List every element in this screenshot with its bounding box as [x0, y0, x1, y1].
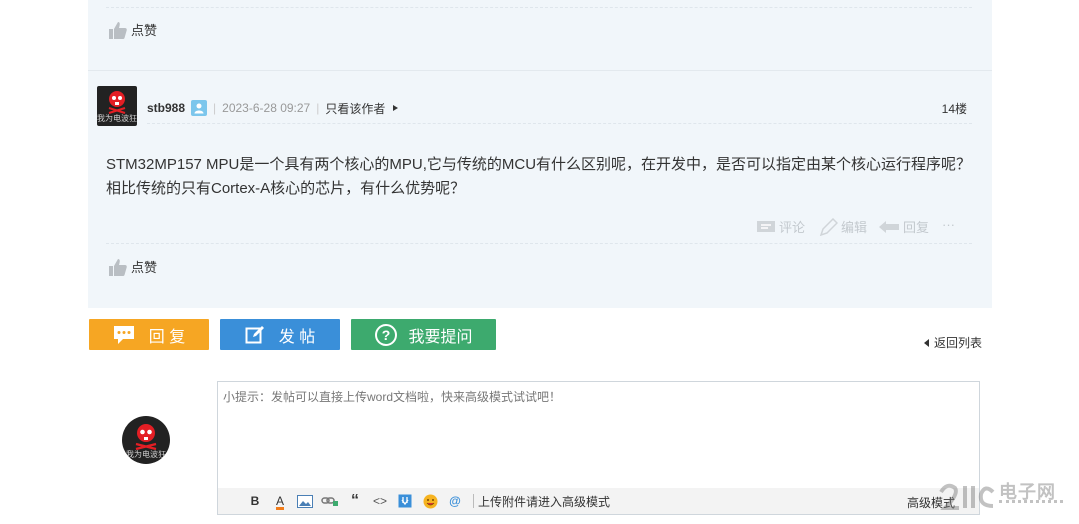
mention-button[interactable]: @ — [444, 491, 466, 511]
new-post-button[interactable]: 发 帖 — [220, 319, 340, 350]
current-user-avatar[interactable]: 我为电波狂 — [122, 416, 170, 464]
username[interactable]: stb988 — [147, 101, 185, 115]
back-to-list-label: 返回列表 — [933, 336, 982, 350]
divider — [88, 70, 992, 71]
watermark-logo-icon — [939, 483, 995, 510]
emoji-button[interactable] — [419, 491, 441, 511]
more-label: ··· — [942, 217, 955, 232]
like-label: 点赞 — [131, 260, 158, 275]
comment-icon — [757, 220, 775, 232]
reply-arrow-icon — [879, 220, 899, 233]
divider — [147, 123, 972, 124]
thumbs-up-icon — [109, 258, 127, 276]
quote-button[interactable]: “ — [344, 491, 366, 511]
site-watermark: 电子网 — [937, 478, 1067, 518]
user-badge-icon — [191, 100, 208, 116]
new-post-button-label: 发 帖 — [278, 328, 316, 346]
like-button[interactable]: 点赞 — [108, 257, 157, 276]
more-button[interactable]: ··· — [942, 217, 955, 232]
ask-question-button[interactable]: ? 我要提问 — [351, 319, 496, 350]
comment-label: 评论 — [779, 220, 806, 235]
only-author-link[interactable]: 只看该作者 — [325, 100, 385, 117]
avatar-caption: 我为电波狂 — [126, 450, 166, 459]
post-meta: stb988 | 2023-6-28 09:27 | 只看该作者 — [147, 99, 400, 117]
ask-question-label: 我要提问 — [408, 328, 473, 346]
like-button[interactable]: 点赞 — [108, 20, 157, 39]
reply-editor: B A “ <> @ 上传附件请进入高级模式 高级模式 — [217, 381, 980, 515]
upload-hint: 上传附件请进入高级模式 — [478, 494, 611, 509]
attachment-button[interactable] — [394, 491, 416, 511]
avatar[interactable]: 我为电波狂 — [97, 86, 137, 126]
avatar-caption: 我为电波狂 — [97, 114, 137, 123]
triangle-right-icon — [393, 105, 399, 111]
speech-bubble-icon — [113, 325, 134, 344]
edit-button[interactable]: 编辑 — [818, 217, 867, 236]
separator: | — [316, 101, 320, 115]
font-color-icon: A — [275, 494, 284, 508]
smiley-icon — [423, 494, 437, 508]
divider — [106, 243, 972, 244]
reply-label: 回复 — [903, 220, 930, 235]
thumbs-up-icon — [109, 21, 127, 39]
pencil-icon — [819, 217, 838, 236]
reply-button-label: 回 复 — [148, 328, 186, 346]
triangle-left-icon — [923, 338, 929, 347]
link-icon — [321, 497, 338, 506]
edit-label: 编辑 — [841, 220, 868, 235]
edit-square-icon — [245, 325, 264, 343]
reply-textarea[interactable] — [218, 382, 979, 488]
bold-button[interactable]: B — [244, 491, 266, 511]
image-icon — [297, 494, 313, 508]
watermark-dots — [999, 500, 1063, 512]
like-label: 点赞 — [131, 23, 158, 38]
svg-text:?: ? — [382, 327, 391, 343]
question-circle-icon: ? — [375, 323, 398, 346]
reply-button[interactable]: 回 复 — [89, 319, 209, 350]
separator: | — [213, 101, 217, 115]
floor-number: 14楼 — [941, 102, 967, 116]
editor-toolbar: B A “ <> @ 上传附件请进入高级模式 高级模式 — [218, 488, 979, 514]
code-button[interactable]: <> — [369, 491, 391, 511]
back-to-list-link[interactable]: 返回列表 — [923, 334, 982, 351]
reply-link[interactable]: 回复 — [878, 217, 929, 236]
font-color-button[interactable]: A — [269, 491, 291, 511]
link-button[interactable] — [319, 491, 341, 511]
post-date: 2023-6-28 09:27 — [222, 101, 311, 115]
comment-button[interactable]: 评论 — [756, 217, 805, 236]
attachment-icon — [398, 494, 412, 508]
toolbar-separator — [473, 494, 474, 508]
divider — [106, 7, 972, 8]
post-content: STM32MP157 MPU是一个具有两个核心的MPU,它与传统的MCU有什么区… — [106, 156, 972, 197]
image-button[interactable] — [294, 491, 316, 511]
